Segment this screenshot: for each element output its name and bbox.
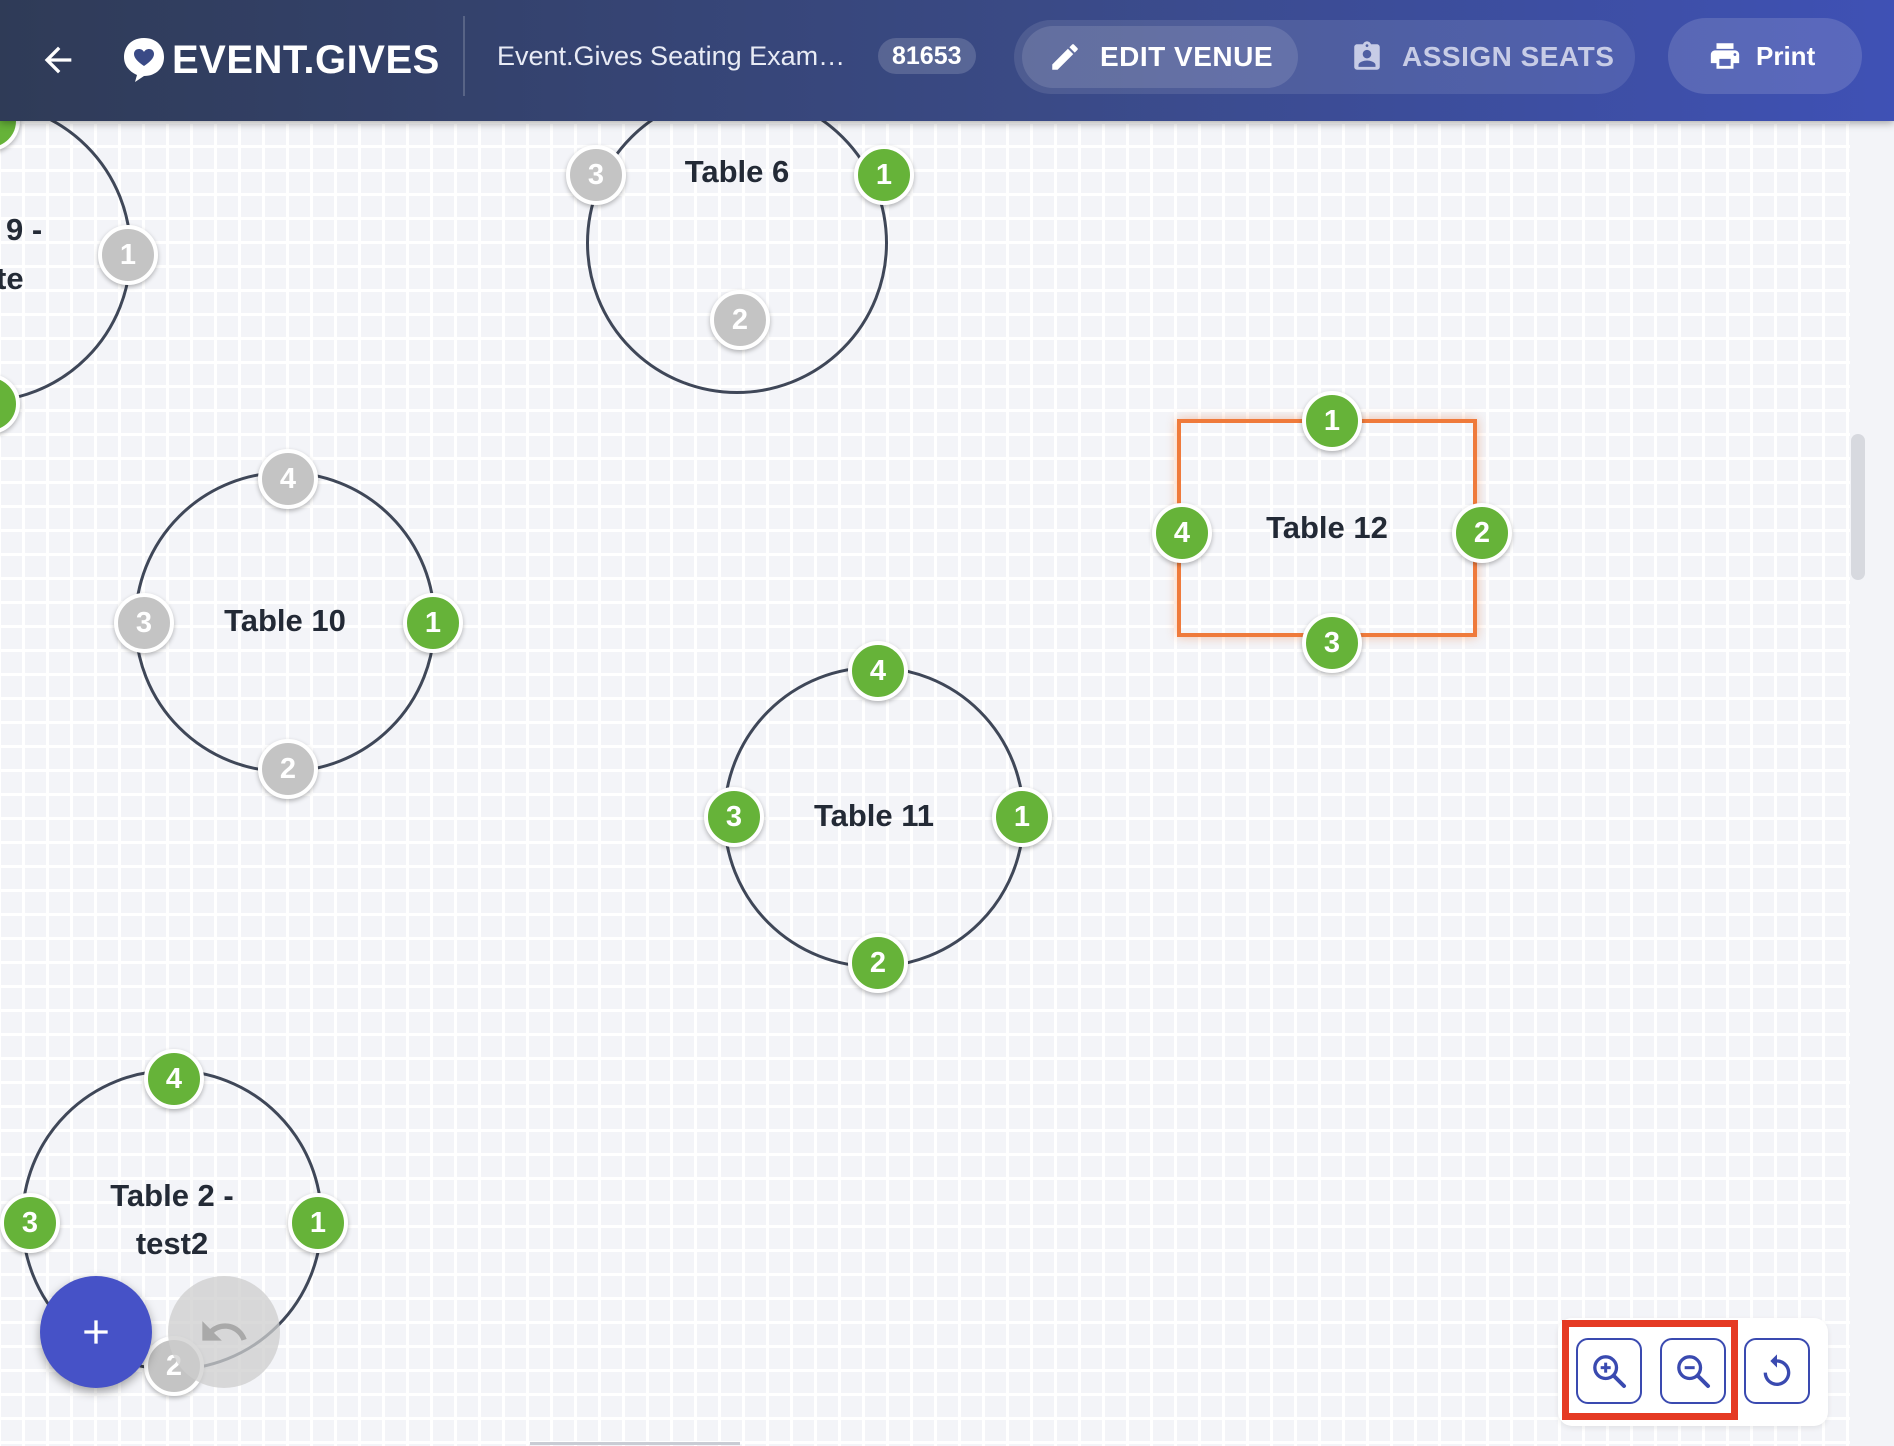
assign-seats-button[interactable]: ASSIGN SEATS	[1324, 26, 1624, 88]
reset-view-button[interactable]	[1744, 1338, 1810, 1404]
table-2-label-line1: Table 2 -	[110, 1178, 234, 1213]
back-button[interactable]	[30, 32, 86, 88]
arrow-left-icon	[44, 46, 72, 74]
table-2-seat-4[interactable]: 4	[144, 1049, 204, 1109]
table-6-label: Table 6	[684, 154, 790, 189]
app-header: EVENT.GIVES Event.Gives Seating Exam… 81…	[0, 0, 1894, 121]
plus-icon	[84, 1320, 108, 1344]
seating-canvas[interactable]: 9 - te 1 Table 6 1 2 3 Table 10 1 2 3 4 …	[0, 121, 1850, 1446]
print-button[interactable]: Print	[1668, 18, 1862, 94]
undo-button[interactable]	[168, 1276, 280, 1388]
table-2-label-line2: test2	[135, 1226, 209, 1261]
heart-chat-icon	[124, 38, 164, 82]
table-10-seat-4[interactable]: 4	[258, 449, 318, 509]
pencil-icon	[1052, 44, 1078, 70]
table-9-label-line2: te	[0, 261, 24, 296]
vertical-scrollbar-track	[1850, 121, 1894, 1446]
table-12-seat-4[interactable]: 4	[1152, 503, 1212, 563]
table-9-label-line1: 9 -	[6, 212, 43, 247]
undo-icon	[202, 1321, 247, 1341]
table-2-seat-1[interactable]: 1	[288, 1193, 348, 1253]
badge-icon	[1354, 41, 1380, 70]
table-12-seat-2[interactable]: 2	[1452, 503, 1512, 563]
table-12-label: Table 12	[1266, 510, 1388, 545]
zoom-out-icon	[1677, 1355, 1710, 1388]
table-10-seat-3[interactable]: 3	[114, 593, 174, 653]
zoom-controls-panel	[1558, 1318, 1828, 1426]
table-2-seat-3[interactable]: 3	[0, 1193, 60, 1253]
reset-rotate-icon	[1763, 1354, 1791, 1386]
logo[interactable]: EVENT.GIVES	[122, 32, 440, 88]
edit-venue-label: EDIT VENUE	[1100, 41, 1274, 72]
table-9-seat-1[interactable]: 1	[98, 225, 158, 285]
table-12-seat-1[interactable]: 1	[1302, 391, 1362, 451]
table-6-seat-1[interactable]: 1	[854, 145, 914, 205]
assign-seats-label: ASSIGN SEATS	[1402, 41, 1615, 72]
event-id-badge: 81653	[878, 38, 976, 74]
table-11-seat-3[interactable]: 3	[704, 787, 764, 847]
zoom-in-icon	[1593, 1355, 1626, 1388]
zoom-in-button[interactable]	[1576, 1338, 1642, 1404]
edit-venue-button[interactable]: EDIT VENUE	[1022, 26, 1298, 88]
table-12-seat-3[interactable]: 3	[1302, 613, 1362, 673]
table-10-seat-1[interactable]: 1	[403, 593, 463, 653]
print-label: Print	[1756, 40, 1816, 71]
event-title: Event.Gives Seating Exam…	[497, 41, 846, 71]
table-6-seat-2[interactable]: 2	[710, 290, 770, 350]
header-divider	[463, 16, 465, 96]
table-10-label: Table 10	[224, 603, 346, 638]
mode-toggle-group: EDIT VENUE ASSIGN SEATS	[1014, 20, 1635, 94]
printer-icon	[1710, 43, 1740, 69]
bottom-indicator	[530, 1442, 740, 1445]
table-10-seat-2[interactable]: 2	[258, 739, 318, 799]
table-11-seat-1[interactable]: 1	[992, 787, 1052, 847]
add-table-button[interactable]	[40, 1276, 152, 1388]
table-11-seat-4[interactable]: 4	[848, 641, 908, 701]
table-11-label: Table 11	[813, 798, 935, 833]
vertical-scrollbar-thumb[interactable]	[1851, 434, 1865, 580]
table-11-seat-2[interactable]: 2	[848, 933, 908, 993]
logo-text: EVENT.GIVES	[172, 37, 440, 82]
table-6-seat-3[interactable]: 3	[566, 145, 626, 205]
zoom-out-button[interactable]	[1660, 1338, 1726, 1404]
